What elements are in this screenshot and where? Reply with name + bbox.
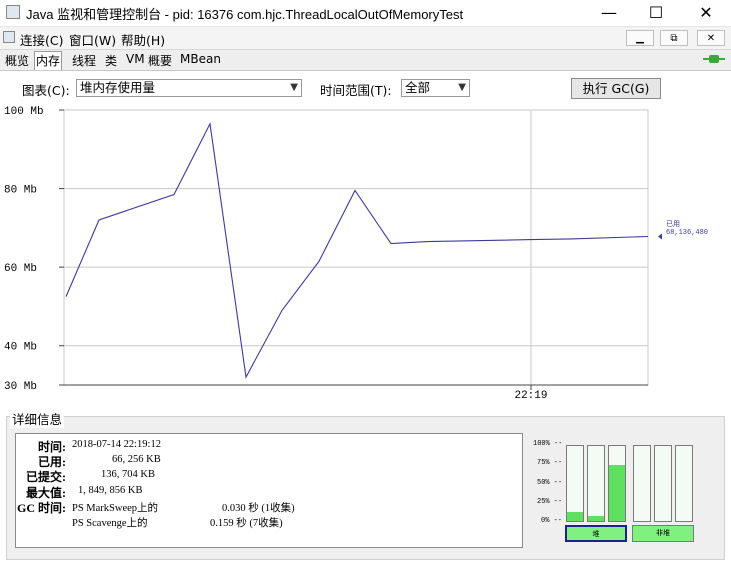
pool-fill (567, 512, 583, 521)
detail-label-gc-time: GC 时间: (17, 501, 66, 515)
detail-value-committed: 136, 704 KB (101, 469, 155, 480)
pool-fill (588, 515, 604, 521)
minimize-button[interactable]: — (586, 0, 632, 26)
nonheap-pool-bar[interactable] (654, 445, 672, 522)
pct-label-100: 100% -- (533, 440, 563, 448)
gc-name-scavenge: PS Scavenge上的 (72, 518, 148, 529)
nonheap-pool-bar[interactable] (633, 445, 651, 522)
tab-vm-summary[interactable]: 概要 (147, 52, 173, 69)
heap-pool-bar[interactable] (566, 445, 584, 522)
connection-plug-icon (703, 55, 725, 63)
y-tick-label: 60 Mb (4, 263, 37, 275)
range-select-value: 全部 (405, 80, 431, 95)
menu-connection[interactable]: 连接(C) (20, 30, 63, 49)
internal-frame-icon (3, 31, 15, 43)
y-tick-label: 100 Mb (4, 106, 44, 118)
range-select-label: 时间范围(T): (320, 83, 392, 98)
series-value-label: 68,136,480 (666, 229, 708, 237)
frame-close-button[interactable]: ✕ (697, 30, 725, 46)
menu-window[interactable]: 窗口(W) (69, 30, 116, 49)
nonheap-button[interactable]: 非堆 (632, 525, 694, 542)
chevron-down-icon: ▼ (290, 82, 298, 93)
details-title: 详细信息 (10, 409, 65, 428)
perform-gc-button[interactable]: 执行 GC(G) (571, 78, 661, 99)
y-tick-label: 80 Mb (4, 185, 37, 197)
tab-vm[interactable]: VM (125, 52, 146, 66)
chart-select-label: 图表(C): (22, 83, 70, 98)
maximize-button[interactable]: ☐ (633, 0, 679, 26)
chart-select-value: 堆内存使用量 (80, 80, 156, 95)
y-tick-label: 40 Mb (4, 342, 37, 354)
tab-mbean[interactable]: MBean (179, 52, 222, 66)
pool-fill (609, 464, 625, 521)
current-value-marker (658, 233, 662, 240)
window-title: Java 监视和管理控制台 - pid: 16376 com.hjc.Threa… (26, 7, 464, 22)
heap-memory-chart: 100 Mb 80 Mb 60 Mb 40 Mb 30 Mb 22:19 已用 68,1… (4, 106, 708, 402)
detail-value-max: 1, 849, 856 KB (78, 485, 143, 496)
tab-threads[interactable]: 线程 (71, 52, 97, 69)
menu-help[interactable]: 帮助(H) (121, 30, 165, 49)
gc-name-marksweep: PS MarkSweep上的 (72, 503, 159, 514)
tab-classes[interactable]: 类 (104, 52, 118, 69)
heap-button[interactable]: 堆 (565, 525, 627, 542)
pct-label-0: 0% -- (541, 517, 563, 525)
frame-restore-button[interactable]: ⧉ (660, 30, 688, 46)
detail-label-committed: 已提交: (26, 470, 66, 484)
gc-value-marksweep: 0.030 秒 (1收集) (222, 503, 295, 514)
heap-pool-bar[interactable] (587, 445, 605, 522)
close-button[interactable]: ✕ (683, 0, 729, 26)
detail-value-used: 66, 256 KB (112, 454, 161, 465)
y-tick-label: 30 Mb (4, 381, 37, 393)
range-select[interactable]: 全部 ▼ (401, 79, 470, 97)
nonheap-pool-bar[interactable] (675, 445, 693, 522)
menu-bar: 连接(C) 窗口(W) 帮助(H) ▁ ⧉ ✕ (0, 27, 731, 50)
heap-pool-bar[interactable] (608, 445, 626, 522)
frame-minimize-button[interactable]: ▁ (626, 30, 654, 46)
chevron-down-icon: ▼ (458, 82, 466, 93)
java-app-icon (6, 5, 20, 19)
chart-select[interactable]: 堆内存使用量 ▼ (76, 79, 302, 97)
pct-label-25: 25% -- (537, 498, 563, 506)
tab-memory[interactable]: 内存 (34, 51, 63, 70)
pct-label-75: 75% -- (537, 459, 563, 467)
tab-overview[interactable]: 概览 (4, 52, 30, 69)
gc-value-scavenge: 0.159 秒 (7收集) (210, 518, 283, 529)
x-tick-label: 22:19 (514, 390, 547, 402)
pct-label-50: 50% -- (537, 479, 563, 487)
series-name-label: 已用 (666, 220, 680, 228)
title-bar: Java 监视和管理控制台 - pid: 16376 com.hjc.Threa… (0, 0, 731, 27)
chart-plot-area (63, 109, 649, 386)
tab-bar: 概览 内存 线程 类 VM 概要 MBean (0, 50, 731, 71)
detail-value-time: 2018-07-14 22:19:12 (72, 439, 161, 450)
